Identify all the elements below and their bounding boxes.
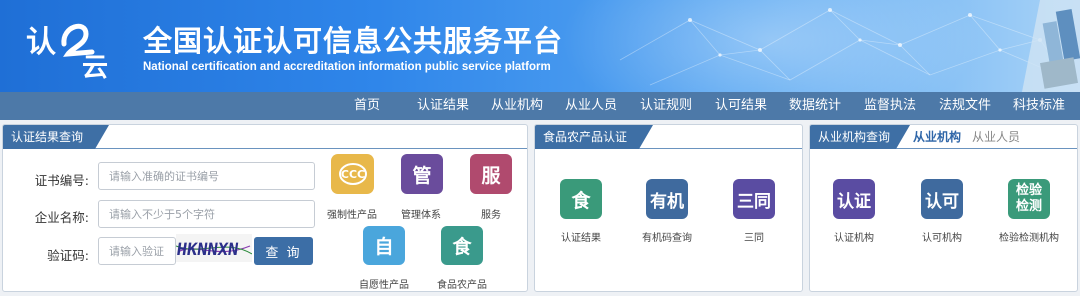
accred-org-caption: 认可机构 — [922, 233, 962, 244]
ccc-tile[interactable]: CCC — [331, 154, 374, 194]
nav-item-accreditation[interactable]: 认可结果 — [715, 92, 767, 120]
mgmt-system-tile[interactable]: 管 — [401, 154, 443, 194]
nav-item-orgs[interactable]: 从业机构 — [491, 92, 543, 120]
santong-tile[interactable]: 三同 — [733, 179, 775, 219]
santong-glyph: 三同 — [737, 191, 771, 212]
tab-food-cert[interactable]: 食品农产品认证 — [535, 125, 653, 149]
accred-org-tile[interactable]: 认可 — [921, 179, 963, 219]
tab-org-query-label: 从业机构查询 — [818, 130, 891, 144]
tab-cert-query[interactable]: 认证结果查询 — [3, 125, 109, 149]
voluntary-product-tile[interactable]: 自 — [363, 226, 405, 265]
nav-item-regulations[interactable]: 法规文件 — [939, 92, 991, 120]
header-banner: 认 云 全国认证认可信息公共服务平台 National certificatio… — [0, 0, 1080, 92]
svg-text:CCC: CCC — [340, 168, 364, 181]
mgmt-system-glyph: 管 — [412, 164, 432, 187]
nav-item-cert-rules[interactable]: 认证规则 — [640, 92, 692, 120]
ccc-icon: CCC — [338, 163, 367, 185]
cert-org-caption: 认证机构 — [834, 233, 874, 244]
cert-org-glyph: 认证 — [837, 191, 871, 212]
query-button[interactable]: 查 询 — [254, 237, 313, 265]
tab-food-cert-label: 食品农产品认证 — [543, 130, 628, 144]
food-result-tile[interactable]: 食 — [560, 179, 602, 219]
subtab-staff[interactable]: 从业人员 — [972, 125, 1020, 149]
organic-code-glyph: 有机 — [650, 191, 684, 212]
tab-cert-query-label: 认证结果查询 — [11, 130, 84, 144]
inspection-org-glyph-line2: 检测 — [1015, 199, 1042, 214]
inspection-org-glyph-line1: 检验 — [1015, 183, 1042, 198]
voluntary-product-caption: 自愿性产品 — [359, 280, 409, 291]
nav-item-standards[interactable]: 科技标准 — [1013, 92, 1065, 120]
nav-item-staff[interactable]: 从业人员 — [565, 92, 617, 120]
captcha-text: HKNNXN — [176, 240, 240, 260]
nav-item-enforcement[interactable]: 监督执法 — [864, 92, 916, 120]
corner-photo-collage — [1022, 0, 1080, 92]
voluntary-product-glyph: 自 — [374, 236, 394, 258]
food-agri-glyph: 食 — [452, 236, 472, 258]
company-name-label: 企业名称: — [34, 210, 89, 225]
site-subtitle: National certification and accreditation… — [143, 61, 551, 73]
logo-char-yun: 云 — [82, 53, 108, 80]
cert-no-label: 证书编号: — [34, 173, 89, 188]
inspection-org-tile[interactable]: 检验 检测 — [1008, 179, 1050, 219]
service-glyph: 服 — [481, 164, 501, 187]
santong-caption: 三同 — [744, 233, 764, 244]
main-nav: 首页 认证结果 从业机构 从业人员 认证规则 认可结果 数据统计 监督执法 法规… — [0, 92, 1080, 120]
organic-code-tile[interactable]: 有机 — [646, 179, 688, 219]
cert-org-tile[interactable]: 认证 — [833, 179, 875, 219]
company-name-input[interactable] — [98, 200, 315, 228]
compulsory-product-caption: 强制性产品 — [327, 210, 377, 221]
food-result-glyph: 食 — [571, 189, 591, 212]
panel-header: 认证结果查询 — [3, 125, 527, 149]
subtab-orgs[interactable]: 从业机构 — [913, 125, 961, 149]
accred-org-glyph: 认可 — [925, 191, 959, 212]
logo-char-ren: 认 — [26, 25, 56, 60]
mgmt-system-caption: 管理体系 — [401, 210, 441, 221]
panel-header: 从业机构查询 从业机构 从业人员 — [810, 125, 1077, 149]
captcha-label: 验证码: — [47, 248, 89, 263]
captcha-image[interactable]: HKNNXN — [176, 234, 252, 262]
logo-icon[interactable]: 认 云 — [24, 14, 124, 80]
nav-item-cert-results[interactable]: 认证结果 — [417, 92, 469, 120]
inspection-org-caption: 检验检测机构 — [999, 233, 1059, 244]
panel-header: 食品农产品认证 — [535, 125, 802, 149]
organic-code-caption: 有机码查询 — [642, 233, 692, 244]
cert-no-input[interactable] — [98, 162, 315, 190]
network-pattern — [619, 8, 1071, 86]
nav-item-statistics[interactable]: 数据统计 — [789, 92, 841, 120]
tab-org-query[interactable]: 从业机构查询 — [810, 125, 910, 149]
captcha-input[interactable] — [98, 237, 176, 265]
food-result-caption: 认证结果 — [561, 233, 601, 244]
site-title: 全国认证认可信息公共服务平台 — [143, 24, 564, 58]
nav-item-home[interactable]: 首页 — [354, 92, 380, 120]
service-caption: 服务 — [481, 210, 501, 221]
food-agri-caption: 食品农产品 — [437, 280, 487, 291]
service-tile[interactable]: 服 — [470, 154, 512, 194]
food-agri-tile[interactable]: 食 — [441, 226, 483, 265]
